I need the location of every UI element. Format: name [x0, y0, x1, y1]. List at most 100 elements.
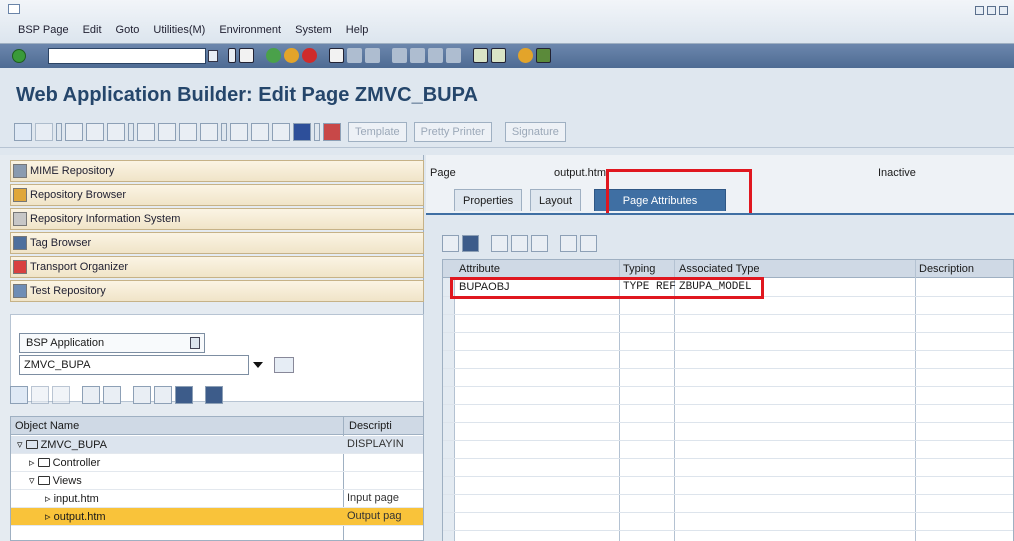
chevron-down-icon[interactable]	[250, 358, 270, 372]
display-glasses-icon[interactable]	[274, 357, 294, 373]
tree-node-label: ▿ Views	[29, 475, 82, 487]
object-list-icon[interactable]	[200, 123, 218, 141]
row-divider	[443, 440, 1013, 441]
print-icon[interactable]	[329, 48, 344, 63]
template-button[interactable]: Template	[348, 122, 407, 142]
navigation-window-icon[interactable]	[230, 123, 248, 141]
menu-goto[interactable]: Goto	[116, 24, 140, 36]
tree-row-selected[interactable]: ▹ output.htm Output pag	[11, 508, 423, 526]
command-history-dropdown[interactable]	[208, 50, 218, 62]
object-type-select[interactable]: BSP Application	[19, 333, 205, 353]
details-icon[interactable]	[560, 235, 577, 252]
nav-mime-repository[interactable]: MIME Repository	[10, 160, 424, 182]
column-header-typing[interactable]: Typing	[623, 263, 655, 275]
maximize-icon[interactable]	[987, 6, 996, 15]
back-arrow-icon[interactable]	[14, 123, 32, 141]
cut-icon[interactable]	[491, 235, 508, 252]
filter-icon[interactable]	[82, 386, 100, 404]
separator	[56, 123, 62, 141]
activate-icon[interactable]	[137, 123, 155, 141]
local-objects-icon[interactable]	[154, 386, 172, 404]
next-page-icon[interactable]	[428, 48, 443, 63]
command-field[interactable]	[48, 48, 206, 64]
highlight-box-tab	[606, 169, 752, 219]
copy-icon[interactable]	[511, 235, 528, 252]
local-file-icon[interactable]	[580, 235, 597, 252]
insert-row-icon[interactable]	[442, 235, 459, 252]
object-name-field[interactable]: ZMVC_BUPA	[19, 355, 294, 375]
shortcut-icon[interactable]	[491, 48, 506, 63]
row-selector-column[interactable]	[443, 278, 455, 541]
refresh-icon[interactable]	[175, 386, 193, 404]
pretty-printer-button[interactable]: Pretty Printer	[413, 122, 492, 142]
nav-repository-browser[interactable]: Repository Browser	[10, 184, 424, 206]
first-page-icon[interactable]	[392, 48, 407, 63]
display-change-icon[interactable]	[65, 123, 83, 141]
column-header-attribute[interactable]: Attribute	[459, 263, 500, 275]
check-icon[interactable]	[107, 123, 125, 141]
information-icon[interactable]	[293, 123, 311, 141]
nav-transport-organizer[interactable]: Transport Organizer	[10, 256, 424, 278]
forward-arrow-icon[interactable]	[35, 123, 53, 141]
tree-header: Object Name Descripti	[11, 417, 423, 435]
layout-menu-icon[interactable]	[536, 48, 551, 63]
tree-row[interactable]: ▿ ZMVC_BUPA DISPLAYIN	[11, 436, 423, 454]
exit-icon[interactable]	[284, 48, 299, 63]
forward-arrow-icon[interactable]	[31, 386, 49, 404]
column-header-associated-type[interactable]: Associated Type	[679, 263, 760, 275]
find-icon[interactable]	[347, 48, 362, 63]
column-header-object-name[interactable]: Object Name	[15, 420, 79, 432]
new-session-icon[interactable]	[473, 48, 488, 63]
minimize-icon[interactable]	[975, 6, 984, 15]
close-window-icon[interactable]	[999, 6, 1008, 15]
collapse-icon[interactable]	[103, 386, 121, 404]
close-icon[interactable]	[205, 386, 223, 404]
enter-button[interactable]	[12, 49, 26, 63]
delete-row-icon[interactable]	[462, 235, 479, 252]
row-divider	[443, 350, 1013, 351]
back-arrow-icon[interactable]	[10, 386, 28, 404]
nav-repository-info-system[interactable]: Repository Information System	[10, 208, 424, 230]
app-menu-icon[interactable]	[8, 4, 20, 14]
active-inactive-icon[interactable]	[86, 123, 104, 141]
last-page-icon[interactable]	[446, 48, 461, 63]
help-icon[interactable]	[518, 48, 533, 63]
up-icon[interactable]	[52, 386, 70, 404]
fullscreen-icon[interactable]	[251, 123, 269, 141]
tab-layout[interactable]: Layout	[530, 189, 582, 211]
back-icon[interactable]	[266, 48, 281, 63]
attributes-table: Attribute Typing Associated Type Descrip…	[442, 259, 1014, 541]
cancel-icon[interactable]	[302, 48, 317, 63]
page-title: Web Application Builder: Edit Page ZMVC_…	[16, 84, 478, 106]
paste-icon[interactable]	[531, 235, 548, 252]
separator	[196, 386, 202, 404]
command-arrow-icon[interactable]	[228, 48, 236, 63]
menu-system[interactable]: System	[295, 24, 332, 36]
tree-row[interactable]: ▹ input.htm Input page	[11, 490, 423, 508]
menu-edit[interactable]: Edit	[83, 24, 102, 36]
hierarchy-icon[interactable]	[133, 386, 151, 404]
find-next-icon[interactable]	[365, 48, 380, 63]
save-icon[interactable]	[239, 48, 254, 63]
signature-button[interactable]: Signature	[504, 122, 566, 142]
menu-bsp-page[interactable]: BSP Page	[18, 24, 69, 36]
tree-row[interactable]: ▹ Controller	[11, 454, 423, 472]
test-icon[interactable]	[179, 123, 197, 141]
tree-row[interactable]: ▿ Views	[11, 472, 423, 490]
column-header-description[interactable]: Descripti	[349, 420, 392, 432]
tab-properties[interactable]: Properties	[454, 189, 523, 211]
column-header-description[interactable]: Description	[919, 263, 974, 275]
chevron-down-icon[interactable]	[190, 337, 200, 349]
where-used-icon[interactable]	[158, 123, 176, 141]
split-screen-icon[interactable]	[272, 123, 290, 141]
application-toolbar: Template Pretty Printer Signature	[0, 116, 1014, 148]
menu-environment[interactable]: Environment	[219, 24, 281, 36]
nav-test-repository[interactable]: Test Repository	[10, 280, 424, 302]
highlight-box-row	[450, 277, 764, 299]
nav-tag-browser[interactable]: Tag Browser	[10, 232, 424, 254]
menu-utilities[interactable]: Utilities(M)	[153, 24, 205, 36]
page-label: Page	[430, 167, 456, 179]
set-breakpoint-icon[interactable]	[323, 123, 341, 141]
menu-help[interactable]: Help	[346, 24, 369, 36]
previous-page-icon[interactable]	[410, 48, 425, 63]
